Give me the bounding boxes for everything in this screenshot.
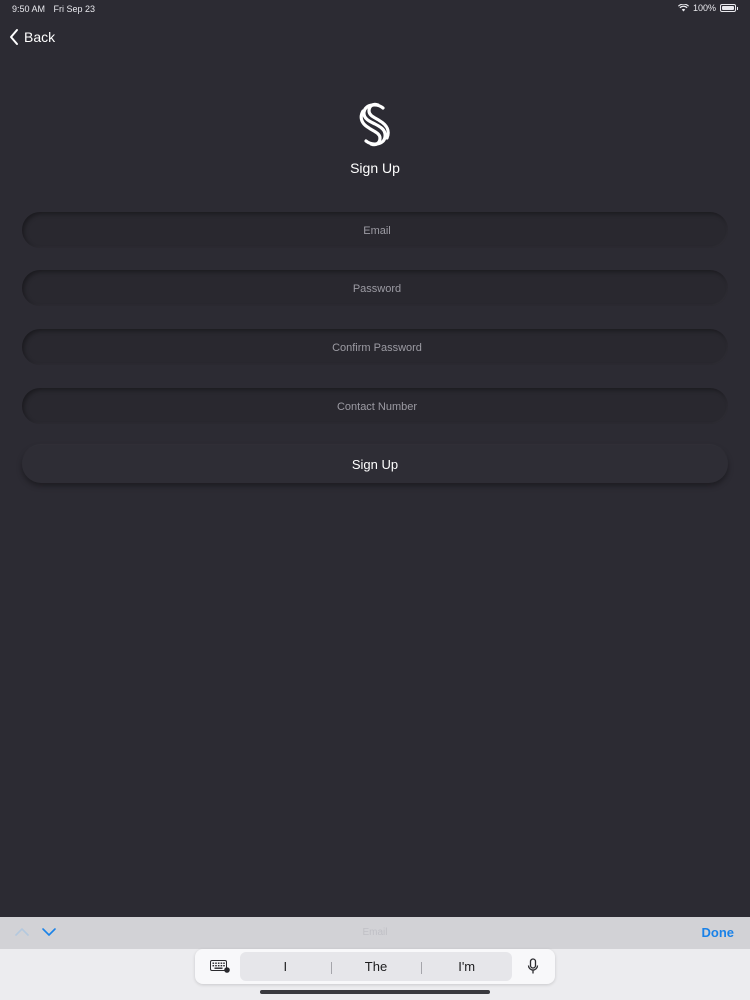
status-right: 100% — [677, 3, 738, 13]
back-button[interactable]: Back — [8, 26, 55, 48]
microphone-icon[interactable] — [527, 958, 539, 975]
status-date: Fri Sep 23 — [53, 4, 96, 14]
status-left: 9:50 AM Fri Sep 23 — [12, 4, 101, 14]
suggestion-1[interactable]: I — [240, 959, 331, 974]
keyboard-icon[interactable] — [210, 960, 230, 973]
accessory-field-label: Email — [362, 927, 388, 938]
contact-number-input[interactable] — [22, 388, 732, 426]
sign-up-screen: 9:50 AM Fri Sep 23 100% Back Sign Up Ema… — [0, 0, 750, 1000]
status-time: 9:50 AM — [12, 4, 46, 14]
app-logo-icon — [359, 102, 390, 147]
page-title: Sign Up — [350, 160, 400, 176]
home-indicator — [260, 990, 490, 994]
suggestion-2[interactable]: The — [330, 959, 422, 974]
status-bar: 9:50 AM Fri Sep 23 100% — [0, 0, 750, 18]
predictive-bar: I The I'm — [195, 949, 555, 984]
suggestion-3[interactable]: I'm — [421, 959, 512, 974]
suggestions-bar: I The I'm — [240, 952, 512, 981]
password-input[interactable] — [22, 270, 732, 308]
battery-nub — [737, 6, 738, 10]
done-button[interactable]: Done — [702, 925, 735, 940]
chevron-left-icon — [10, 29, 18, 45]
battery-percent: 100% — [692, 3, 716, 13]
email-input[interactable] — [22, 212, 732, 250]
sign-up-button[interactable]: Sign Up — [22, 445, 728, 483]
battery-icon — [720, 4, 736, 12]
confirm-password-input[interactable] — [22, 329, 732, 367]
keyboard-accessory-bar: Email Done — [0, 917, 750, 949]
confirm-password-field[interactable] — [22, 329, 732, 367]
password-field[interactable] — [22, 270, 732, 308]
wifi-icon — [677, 4, 689, 12]
email-field[interactable] — [22, 212, 732, 250]
contact-number-field[interactable] — [22, 388, 732, 426]
back-label: Back — [24, 29, 56, 45]
